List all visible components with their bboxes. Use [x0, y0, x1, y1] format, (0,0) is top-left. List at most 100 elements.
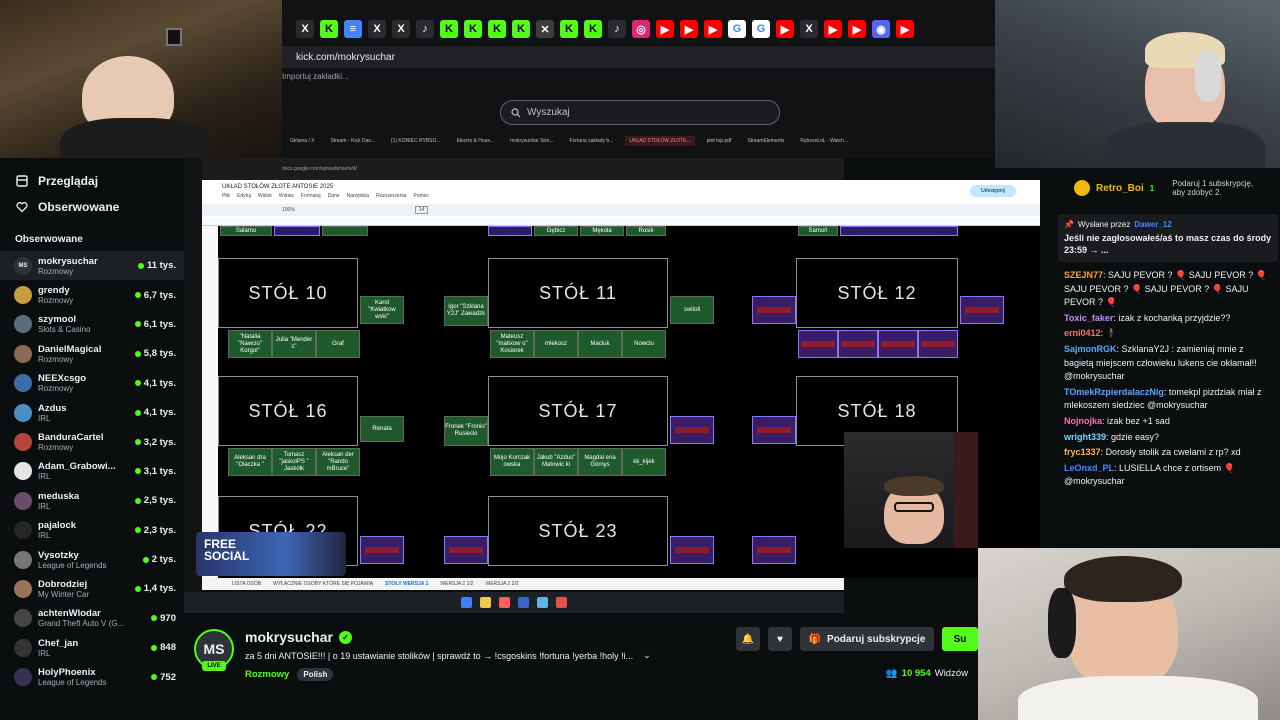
seat[interactable]: Julia "Mender s" — [272, 330, 316, 358]
chat-username[interactable]: Nojnojka — [1064, 416, 1102, 426]
x-icon[interactable]: X — [392, 20, 410, 38]
seat-top[interactable]: Salamo — [220, 226, 272, 236]
chat-username[interactable]: SZEJN77 — [1064, 270, 1103, 280]
tiktok-icon[interactable]: ♪ — [416, 20, 434, 38]
followed-channel[interactable]: Dobrodziej My Winter Car 1,4 tys. — [0, 574, 184, 603]
seat[interactable]: Maciuk — [578, 330, 622, 358]
seat[interactable]: switoll — [670, 296, 714, 324]
seat-top[interactable] — [840, 226, 958, 236]
x-icon[interactable]: X — [296, 20, 314, 38]
seat-empty[interactable] — [360, 536, 404, 564]
followed-channel[interactable]: HolyPhoenix League of Legends 752 — [0, 662, 184, 691]
seat-empty[interactable] — [444, 536, 488, 564]
sheet-menu-item[interactable]: Pomoc — [413, 193, 429, 199]
followed-channel[interactable]: szymool Slots & Casino 6,1 tys. — [0, 310, 184, 339]
kick-icon[interactable]: K — [512, 20, 530, 38]
chat-username[interactable]: LeOnxd_PL — [1064, 463, 1114, 473]
youtube-icon[interactable]: ▶ — [680, 20, 698, 38]
top-gifter-name[interactable]: Retro_Boi — [1096, 183, 1144, 194]
followed-channel[interactable]: pajalock IRL 2,3 tys. — [0, 516, 184, 545]
seat-empty[interactable] — [918, 330, 958, 358]
seat-empty[interactable] — [752, 536, 796, 564]
google-icon[interactable]: G — [728, 20, 746, 38]
seat-empty[interactable] — [798, 330, 838, 358]
chat-message[interactable]: erni0412: 🕴 — [1058, 326, 1280, 342]
subscribe-button[interactable]: Su — [942, 627, 978, 651]
browser-tab-strip[interactable]: X K ≡ X X ♪ K K K K ✕ K K ♪ ◎ ▶ ▶ ▶ G G … — [282, 18, 995, 40]
browser-tab[interactable]: RybsonLoL - Watch... — [796, 136, 852, 146]
seat-empty[interactable] — [752, 296, 796, 324]
sheet-tab[interactable]: WERSJA 2 1/2 — [440, 581, 473, 587]
kick-icon[interactable]: K — [560, 20, 578, 38]
followed-channel[interactable]: MS mokrysuchar Rozmowy 11 tys. — [0, 251, 184, 281]
stream-category[interactable]: Rozmowy — [245, 669, 289, 680]
chat-username[interactable]: wright339 — [1064, 432, 1106, 442]
pinned-message[interactable]: 📌 Wysłane przez Dawer_12 Jeśli nie zagło… — [1058, 214, 1278, 262]
browser-tab[interactable]: plot top.pdf — [703, 136, 736, 146]
language-tag[interactable]: Polish — [297, 668, 334, 681]
kick-icon[interactable]: K — [464, 20, 482, 38]
youtube-icon[interactable]: ▶ — [896, 20, 914, 38]
youtube-icon[interactable]: ▶ — [848, 20, 866, 38]
followed-channel[interactable]: grendy Rozmowy 6,7 tys. — [0, 280, 184, 309]
tiktok-icon[interactable]: ♪ — [608, 20, 626, 38]
seat[interactable]: Mojo Korczak owska — [490, 448, 534, 476]
chat-message[interactable]: fryc1337: Dorosły stolik za cwelami z rp… — [1058, 445, 1280, 461]
chat-username[interactable]: SajmonRGK — [1064, 344, 1117, 354]
browser-tab[interactable]: mokrysuchar Stre... — [506, 136, 557, 146]
nav-browse[interactable]: Przeglądaj — [0, 168, 184, 194]
sheet-menu-item[interactable]: Dane — [328, 193, 340, 199]
chat-username[interactable]: fryc1337 — [1064, 447, 1101, 457]
sheet-menu-item[interactable]: Widok — [258, 193, 272, 199]
browser-tab[interactable]: Główna / X — [286, 136, 318, 146]
seat-empty[interactable] — [878, 330, 918, 358]
chat-message[interactable]: SZEJN77: SAJU PEVOR ? 🎈 SAJU PEVOR ? 🎈 S… — [1058, 268, 1280, 311]
browser-tab[interactable]: StreamElements — [743, 136, 788, 146]
facebook-icon[interactable] — [518, 597, 529, 608]
instagram-icon[interactable]: ◎ — [632, 20, 650, 38]
follow-heart-button[interactable]: ♥ — [768, 627, 792, 651]
seat-top[interactable] — [488, 226, 532, 236]
kick-icon[interactable]: K — [320, 20, 338, 38]
browser-tab[interactable]: Electro & Hous... — [453, 136, 499, 146]
chat-message[interactable]: Nojnojka: izak bez +1 sad — [1058, 414, 1280, 430]
sheet-menu-item[interactable]: Wstaw — [279, 193, 294, 199]
sheet-menu-item[interactable]: Rozszerzenia — [376, 193, 406, 199]
kick-icon[interactable]: K — [488, 20, 506, 38]
seat-top[interactable] — [274, 226, 320, 236]
seat[interactable]: "Natalia "Nawcio" Korgol" — [228, 330, 272, 358]
sheet-menu-item[interactable]: Narzędzia — [347, 193, 370, 199]
seat[interactable]: kk_kijek — [622, 448, 666, 476]
sheet-menu-item[interactable]: Plik — [222, 193, 230, 199]
seat-top[interactable]: Gębicz — [534, 226, 578, 236]
app-icon[interactable] — [537, 597, 548, 608]
chevron-down-icon[interactable]: ⌄ — [643, 650, 651, 661]
kick-icon[interactable]: K — [440, 20, 458, 38]
seat[interactable]: Tomasz "jaskolPS " Jaskółk — [272, 448, 316, 476]
followed-channel[interactable]: Vysotzky League of Legends 2 tys. — [0, 545, 184, 574]
seat[interactable]: Karol "Kwiatkow wski" — [360, 296, 404, 324]
chat-message[interactable]: LeOnxd_PL: LUSIELLA chce z ortisem 🎈 @mo… — [1058, 461, 1280, 490]
youtube-icon[interactable]: ▶ — [776, 20, 794, 38]
google-icon[interactable]: G — [752, 20, 770, 38]
x-icon[interactable]: X — [368, 20, 386, 38]
docs-icon[interactable]: ≡ — [344, 20, 362, 38]
close-icon[interactable]: ✕ — [536, 20, 554, 38]
seat[interactable]: Fronek "Fronio" Rusiecki — [444, 416, 488, 446]
gift-sub-button[interactable]: 🎁 Podaruj subskrypcje — [800, 627, 934, 651]
notification-bell-button[interactable]: 🔔 — [736, 627, 760, 651]
seat[interactable]: Aleksan der "Rando mBruce" — [316, 448, 360, 476]
followed-channel[interactable]: achtenWlodar Grand Theft Auto V (G... 970 — [0, 604, 184, 633]
streamer-name[interactable]: mokrysuchar — [245, 629, 333, 645]
followed-channel[interactable]: Azdus IRL 4,1 tys. — [0, 398, 184, 427]
sheet-tab[interactable]: WYŁĄCZNIE OSOBY KTÓRE SIĘ POJAWIĄ — [273, 581, 373, 587]
seat-empty[interactable] — [752, 416, 796, 444]
followed-channel[interactable]: Adam_Grabowi... IRL 3,1 tys. — [0, 457, 184, 486]
sheet-menu-item[interactable]: Edytuj — [237, 193, 251, 199]
followed-channel[interactable]: DanielMagical Rozmowy 5,8 tys. — [0, 339, 184, 368]
chat-message[interactable]: wright339: gdzie easy? — [1058, 430, 1280, 446]
app-icon[interactable] — [556, 597, 567, 608]
chat-username[interactable]: Toxic_faker — [1064, 313, 1113, 323]
seat[interactable]: Graf — [316, 330, 360, 358]
browser-tabs-row[interactable]: Główna / X Stream - Kick Das... (1) KONIEC… — [282, 134, 995, 148]
